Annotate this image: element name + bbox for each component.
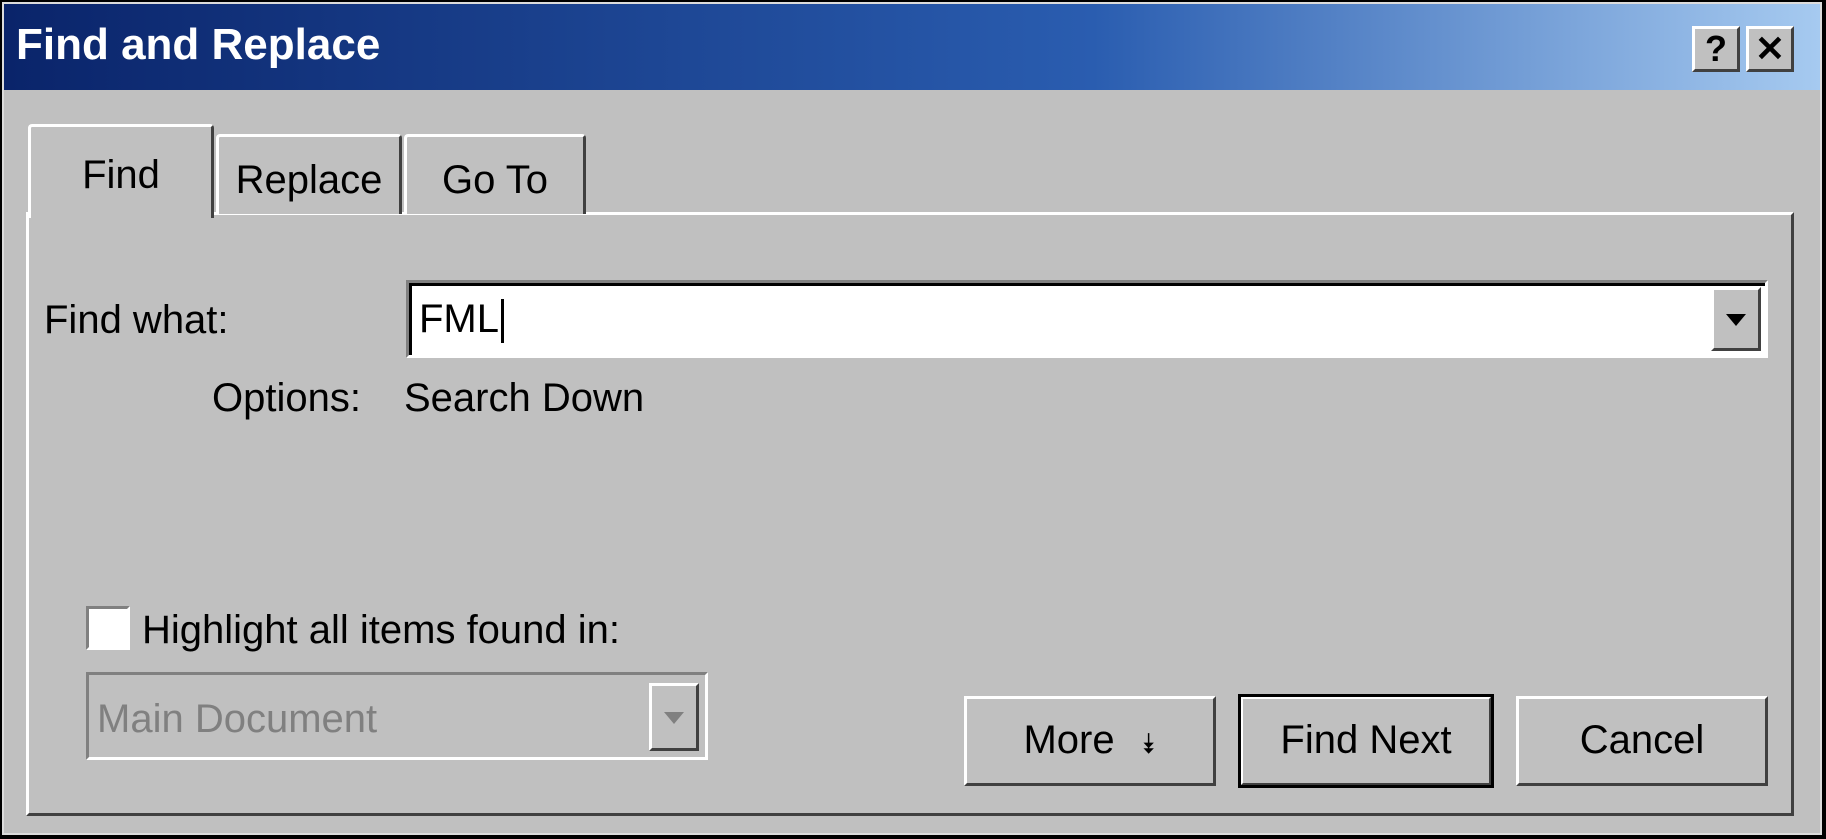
options-label: Options: — [212, 376, 361, 420]
help-button[interactable]: ? — [1692, 26, 1740, 72]
highlight-label: Highlight all items found in: — [142, 608, 621, 652]
find-what-input[interactable]: FML — [406, 280, 1768, 358]
find-next-label: Find Next — [1280, 718, 1452, 762]
more-label: More — [1023, 718, 1115, 762]
tab-go-to[interactable]: Go To — [404, 134, 586, 214]
tab-find[interactable]: Find — [28, 124, 214, 218]
find-what-value: FML — [419, 297, 499, 341]
find-what-dropdown-button[interactable] — [1711, 287, 1761, 351]
highlight-scope-value: Main Document — [97, 697, 378, 741]
tab-label: Find — [82, 153, 160, 197]
cancel-button[interactable]: Cancel — [1516, 696, 1768, 786]
cancel-label: Cancel — [1579, 718, 1705, 762]
double-chevron-down-icon: ⯯ — [1139, 728, 1157, 759]
chevron-down-icon — [664, 712, 684, 724]
find-next-button[interactable]: Find Next — [1238, 694, 1494, 788]
highlight-scope-select: Main Document — [86, 672, 708, 760]
dialog-title: Find and Replace — [16, 20, 381, 69]
options-value: Search Down — [404, 376, 645, 420]
more-button[interactable]: More ⯯ — [964, 696, 1216, 786]
chevron-down-icon — [1726, 314, 1746, 326]
title-bar[interactable]: Find and Replace ? ✕ — [4, 4, 1820, 90]
highlight-scope-dropdown-button — [649, 683, 699, 751]
find-what-label: Find what: — [44, 298, 229, 342]
highlight-checkbox[interactable] — [86, 606, 130, 650]
text-cursor — [501, 299, 504, 344]
find-replace-dialog: Find and Replace ? ✕ Find Replace Go To … — [2, 2, 1822, 835]
tab-label: Replace — [235, 158, 383, 202]
tab-replace[interactable]: Replace — [216, 134, 402, 214]
close-icon: ✕ — [1754, 28, 1786, 69]
help-icon: ? — [1705, 28, 1727, 69]
tab-label: Go To — [442, 158, 548, 202]
close-button[interactable]: ✕ — [1746, 26, 1794, 72]
